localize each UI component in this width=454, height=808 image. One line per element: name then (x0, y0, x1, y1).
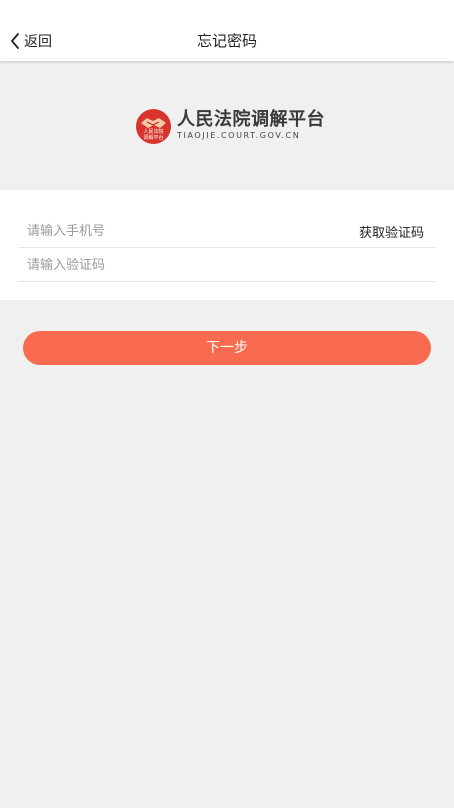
phone-row: 获取验证码 (18, 215, 435, 248)
code-row (18, 249, 435, 282)
next-step-button[interactable]: 下一步 (23, 331, 431, 365)
get-code-button[interactable]: 获取验证码 (359, 222, 435, 241)
svg-text:调解平台: 调解平台 (143, 134, 163, 141)
nav-bar: 返回 忘记密码 (0, 0, 454, 61)
platform-logo: 人民法院 调解平台 人民法院调解平台 TIAOJIE.COURT.GOV.CN (135, 107, 325, 145)
logo-area: 人民法院 调解平台 人民法院调解平台 TIAOJIE.COURT.GOV.CN (0, 62, 454, 190)
logo-name: 人民法院调解平台 (177, 109, 325, 130)
svg-text:人民法院: 人民法院 (143, 128, 163, 135)
logo-text: 人民法院调解平台 TIAOJIE.COURT.GOV.CN (177, 110, 325, 142)
handshake-emblem-icon: 人民法院 调解平台 (136, 108, 171, 144)
page-title: 忘记密码 (196, 32, 257, 50)
phone-input[interactable] (18, 215, 359, 247)
logo-domain: TIAOJIE.COURT.GOV.CN (177, 131, 301, 140)
code-input[interactable] (18, 249, 435, 281)
